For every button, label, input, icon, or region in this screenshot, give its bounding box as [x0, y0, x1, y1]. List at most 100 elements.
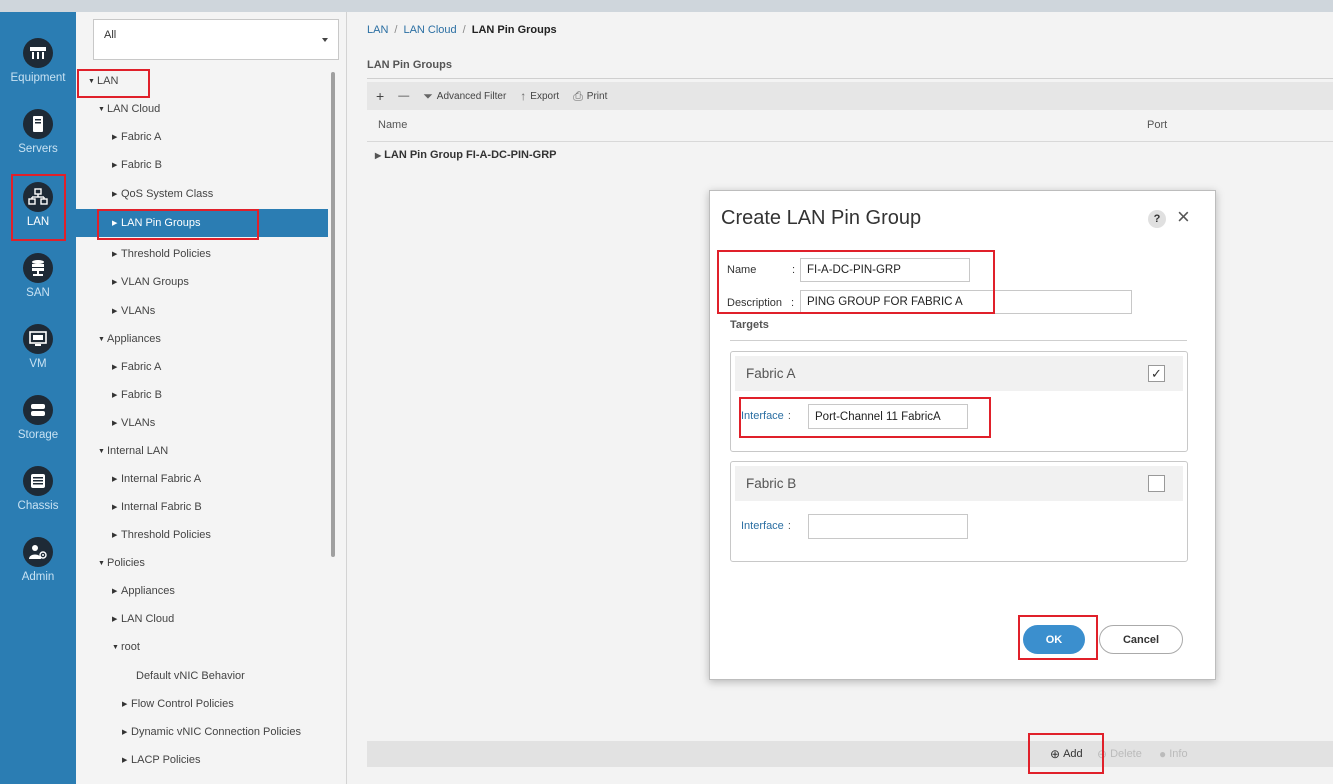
nav-san[interactable]: SAN [0, 253, 76, 323]
tree-item-internal-fabric-a[interactable]: ▶ Internal Fabric A [76, 465, 328, 493]
icon-nav: Equipment Servers LAN SAN VM Storage Cha… [0, 12, 76, 784]
advanced-filter-button[interactable]: ⏷ Advanced Filter [423, 89, 506, 104]
help-icon[interactable]: ? [1148, 210, 1166, 228]
collapsed-icon: ▶ [122, 757, 128, 764]
nav-equipment[interactable]: Equipment [0, 38, 76, 108]
lan-icon [23, 182, 53, 212]
fabric-b-interface-field[interactable] [808, 514, 968, 539]
collapsed-icon: ▶ [112, 364, 118, 371]
tree-item-appliances-fabric-a[interactable]: ▶ Fabric A [76, 353, 328, 381]
nav-lan[interactable]: LAN [0, 182, 76, 252]
collapsed-icon: ▶ [112, 616, 118, 623]
tree-item-policies-lan-cloud[interactable]: ▶ LAN Cloud [76, 605, 328, 633]
tree-item-internal-fabric-b[interactable]: ▶ Internal Fabric B [76, 493, 328, 521]
tree-item-appliances-vlans[interactable]: ▶ VLANs [76, 409, 328, 437]
tree-item-vlan-groups[interactable]: ▶ VLAN Groups [76, 268, 328, 296]
admin-icon [23, 537, 53, 567]
cancel-button[interactable]: Cancel [1099, 625, 1183, 654]
tree-item-policies[interactable]: ▼ Policies [76, 549, 328, 577]
add-icon[interactable]: + [376, 88, 384, 104]
create-lan-pin-group-dialog: Create LAN Pin Group ? × Name : FI-A-DC-… [709, 190, 1216, 680]
breadcrumb-lan-cloud[interactable]: LAN Cloud [403, 24, 456, 36]
toolbar: + — ⏷ Advanced Filter ↑ Export ⎙ Print [367, 82, 1333, 110]
info-icon: ● [1159, 747, 1167, 761]
filter-icon: ⏷ [423, 88, 433, 103]
collapsed-icon: ▶ [122, 701, 128, 708]
tree-item-lan-cloud[interactable]: ▼ LAN Cloud [76, 95, 328, 123]
collapsed-icon: ▶ [112, 392, 118, 399]
tree-scrollbar[interactable] [331, 72, 335, 557]
tree-item-fabric-b[interactable]: ▶ Fabric B [76, 151, 328, 179]
fabric-a-interface-field[interactable]: Port-Channel 11 FabricA [808, 404, 968, 429]
tree-item-default-vnic-behavior[interactable]: Default vNIC Behavior [76, 662, 328, 690]
tree-item-lacp-policies[interactable]: ▶ LACP Policies [76, 746, 328, 774]
fabric-a-checkbox[interactable]: ✓ [1148, 365, 1165, 382]
nav-label-vm: VM [29, 358, 47, 370]
tree-item-appliances-fabric-b[interactable]: ▶ Fabric B [76, 381, 328, 409]
filter-select[interactable]: All [93, 19, 339, 60]
collapsed-icon: ▶ [112, 251, 118, 258]
tree-item-policies-appliances[interactable]: ▶ Appliances [76, 577, 328, 605]
column-header-port[interactable]: Port [1147, 119, 1167, 131]
fabric-a-panel: Fabric A ✓ Interface: Port-Channel 11 Fa… [730, 351, 1188, 452]
description-colon: : [791, 297, 795, 309]
collapsed-icon: ▶ [112, 420, 118, 427]
breadcrumb: LAN / LAN Cloud / LAN Pin Groups [367, 24, 557, 36]
fabric-b-checkbox[interactable] [1148, 475, 1165, 492]
fabric-a-header: Fabric A ✓ [735, 356, 1183, 391]
nav-chassis[interactable]: Chassis [0, 466, 76, 536]
tree-item-dynamic-vnic-connection-policies[interactable]: ▶ Dynamic vNIC Connection Policies [76, 718, 328, 746]
close-icon[interactable]: × [1177, 206, 1190, 228]
table-row[interactable]: ▶ LAN Pin Group FI-A-DC-PIN-GRP [375, 149, 556, 161]
column-header-name[interactable]: Name [378, 119, 407, 131]
collapsed-icon: ▶ [112, 588, 118, 595]
top-strip [0, 0, 1333, 12]
collapsed-icon: ▶ [375, 151, 382, 160]
breadcrumb-current: LAN Pin Groups [471, 24, 557, 36]
collapsed-icon: ▶ [122, 729, 128, 736]
nav-label-lan: LAN [26, 216, 50, 228]
nav-label-admin: Admin [21, 571, 55, 583]
collapsed-icon: ▶ [112, 191, 118, 198]
tree-item-fabric-a[interactable]: ▶ Fabric A [76, 123, 328, 151]
tree-item-lan-pin-groups[interactable]: ▶ LAN Pin Groups [76, 209, 328, 237]
tree-panel: All ▼ LAN ▼ LAN Cloud ▶ Fabric A ▶ Fabric B … [76, 12, 347, 784]
description-label: Description [727, 297, 783, 309]
chassis-icon [23, 466, 53, 496]
description-field[interactable]: PING GROUP FOR FABRIC A [800, 290, 1132, 314]
add-button[interactable]: ⊕ Add [1050, 747, 1083, 761]
nav-admin[interactable]: Admin [0, 537, 76, 607]
ok-button[interactable]: OK [1023, 625, 1085, 654]
tree-item-root[interactable]: ▼ root [76, 633, 328, 661]
nav-servers[interactable]: Servers [0, 109, 76, 179]
delete-icon: ⊖ [1097, 747, 1108, 761]
tree-item-lan[interactable]: ▼ LAN [76, 67, 328, 95]
tree-item-qos-system-class[interactable]: ▶ QoS System Class [76, 180, 328, 208]
nav-storage[interactable]: Storage [0, 395, 76, 465]
tree-item-internal-threshold-policies[interactable]: ▶ Threshold Policies [76, 521, 328, 549]
remove-icon[interactable]: — [398, 90, 409, 102]
name-field[interactable]: FI-A-DC-PIN-GRP [800, 258, 970, 282]
breadcrumb-lan[interactable]: LAN [367, 24, 388, 36]
tree-item-threshold-policies[interactable]: ▶ Threshold Policies [76, 240, 328, 268]
fabric-b-header: Fabric B [735, 466, 1183, 501]
collapsed-icon: ▶ [112, 220, 118, 227]
vm-icon [23, 324, 53, 354]
expanded-icon: ▼ [98, 447, 105, 455]
servers-icon [23, 109, 53, 139]
expanded-icon: ▼ [98, 559, 105, 567]
export-button[interactable]: ↑ Export [520, 89, 559, 103]
export-icon: ↑ [520, 89, 527, 103]
expanded-icon: ▼ [88, 77, 95, 85]
chevron-down-icon [322, 38, 328, 42]
tree-item-internal-lan[interactable]: ▼ Internal LAN [76, 437, 328, 465]
plus-circle-icon: ⊕ [1050, 747, 1061, 761]
dialog-title: Create LAN Pin Group [721, 207, 922, 229]
nav-label-san: SAN [26, 287, 50, 299]
nav-vm[interactable]: VM [0, 324, 76, 394]
collapsed-icon: ▶ [112, 279, 118, 286]
tree-item-vlans[interactable]: ▶ VLANs [76, 297, 328, 325]
tree-item-flow-control-policies[interactable]: ▶ Flow Control Policies [76, 690, 328, 718]
tree-item-appliances[interactable]: ▼ Appliances [76, 325, 328, 353]
print-button[interactable]: ⎙ Print [573, 89, 607, 104]
